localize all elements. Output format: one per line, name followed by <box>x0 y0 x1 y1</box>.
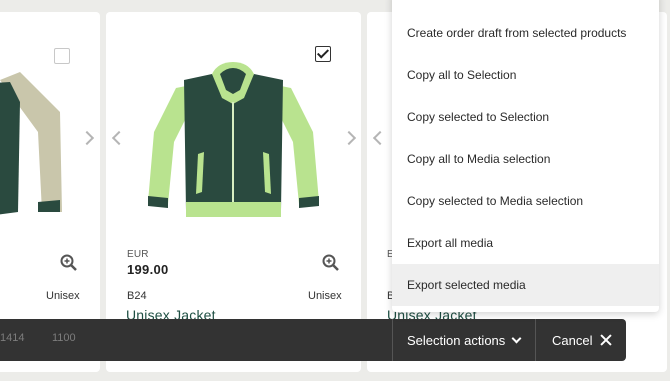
toolbar-info-area: 1414 1100 <box>0 319 392 361</box>
product-card[interactable]: EUR 199.00 B24 Unisex Unisex Jacket Ligh… <box>106 12 361 372</box>
next-image-arrow[interactable] <box>80 130 96 146</box>
product-size: Unisex <box>46 290 80 302</box>
cancel-button[interactable]: Cancel <box>552 319 612 361</box>
product-price: 199.00 <box>127 262 169 277</box>
select-checkbox[interactable] <box>54 48 70 64</box>
zoom-icon[interactable] <box>322 254 340 272</box>
toolbar-divider <box>535 319 536 361</box>
selection-actions-label: Selection actions <box>407 332 506 348</box>
product-card[interactable]: Unisex <box>0 12 100 372</box>
menu-item-export-selected-media[interactable]: Export selected media <box>392 264 659 306</box>
menu-item-create-order-draft[interactable]: Create order draft from selected product… <box>392 12 659 54</box>
selection-actions-button[interactable]: Selection actions <box>407 319 522 361</box>
next-image-arrow[interactable] <box>342 130 358 146</box>
selection-toolbar: 1414 1100 Selection actions Cancel <box>0 319 626 361</box>
product-image <box>148 62 319 217</box>
price-currency: EUR <box>127 249 149 260</box>
zoom-icon[interactable] <box>60 254 78 272</box>
menu-item-copy-all-to-media-selection[interactable]: Copy all to Media selection <box>392 138 659 180</box>
chevron-down-icon <box>511 333 522 343</box>
menu-item-copy-all-to-selection[interactable]: Copy all to Selection <box>392 54 659 96</box>
menu-item-copy-selected-to-selection[interactable]: Copy selected to Selection <box>392 96 659 138</box>
selection-actions-menu: Create order draft from selected product… <box>392 0 659 312</box>
product-code: B24 <box>127 290 147 302</box>
toolbar-divider <box>392 319 393 361</box>
menu-item-copy-selected-to-media-selection[interactable]: Copy selected to Media selection <box>392 180 659 222</box>
product-size: Unisex <box>308 290 342 302</box>
previous-image-arrow[interactable] <box>108 130 124 146</box>
menu-item-export-all-media[interactable]: Export all media <box>392 222 659 264</box>
close-icon <box>600 334 612 346</box>
toolbar-text: 1100 <box>52 332 76 344</box>
product-image <box>0 72 62 215</box>
toolbar-text: 1414 <box>0 332 25 344</box>
cancel-label: Cancel <box>552 332 593 348</box>
previous-image-arrow[interactable] <box>369 130 385 146</box>
select-checkbox[interactable] <box>315 46 331 62</box>
